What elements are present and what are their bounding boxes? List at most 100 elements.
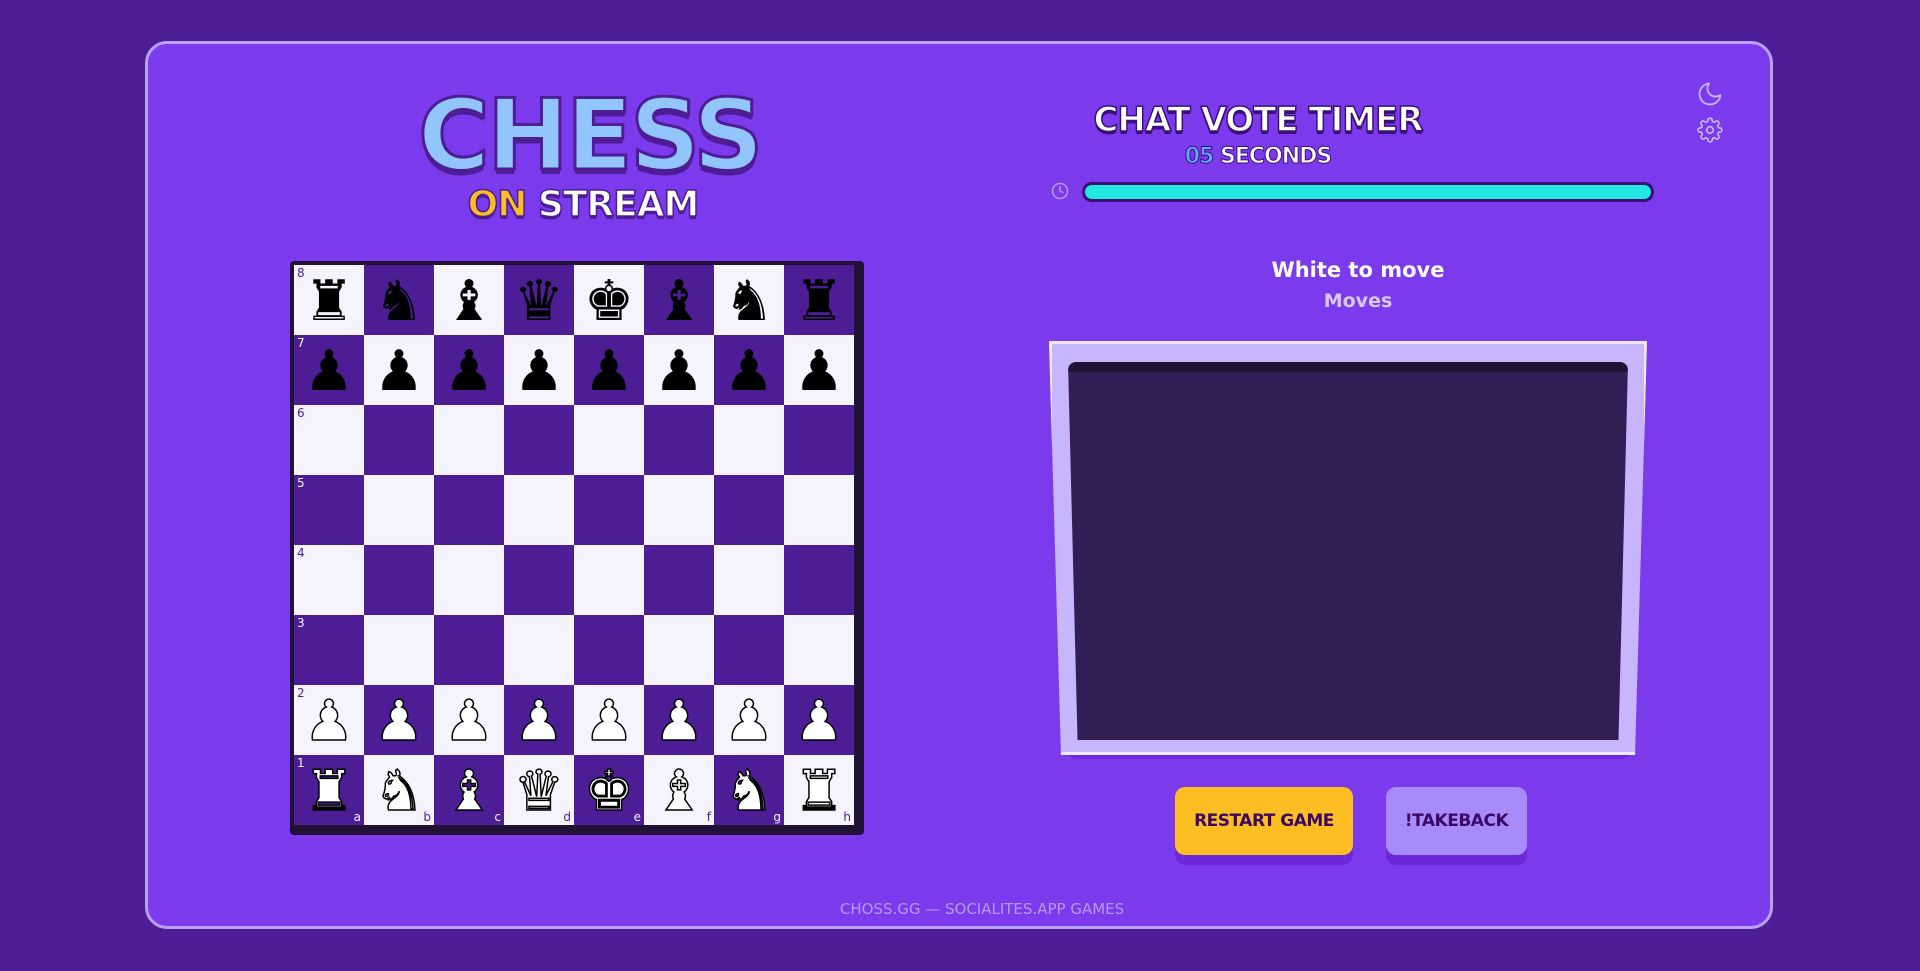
- square-f8[interactable]: ♝: [644, 265, 714, 335]
- white-knight[interactable]: ♞: [723, 761, 775, 823]
- square-c5[interactable]: [434, 475, 504, 545]
- square-g2[interactable]: ♟: [714, 685, 784, 755]
- square-h7[interactable]: ♟: [784, 335, 854, 405]
- square-g6[interactable]: [714, 405, 784, 475]
- white-king[interactable]: ♚: [583, 761, 635, 823]
- square-c3[interactable]: [434, 615, 504, 685]
- white-bishop[interactable]: ♝: [443, 761, 495, 823]
- square-d7[interactable]: ♟: [504, 335, 574, 405]
- black-king[interactable]: ♚: [584, 272, 634, 332]
- square-a2[interactable]: 2 ♟: [294, 685, 364, 755]
- square-h4[interactable]: [784, 545, 854, 615]
- square-b5[interactable]: [364, 475, 434, 545]
- square-h3[interactable]: [784, 615, 854, 685]
- white-pawn[interactable]: ♟: [723, 691, 775, 753]
- white-pawn[interactable]: ♟: [303, 691, 355, 753]
- white-queen[interactable]: ♛: [513, 761, 565, 823]
- square-d8[interactable]: ♛: [504, 265, 574, 335]
- square-h8[interactable]: ♜: [784, 265, 854, 335]
- square-e8[interactable]: ♚: [574, 265, 644, 335]
- square-c2[interactable]: ♟: [434, 685, 504, 755]
- square-d5[interactable]: [504, 475, 574, 545]
- square-h2[interactable]: ♟: [784, 685, 854, 755]
- black-rook[interactable]: ♜: [304, 272, 354, 332]
- black-pawn[interactable]: ♟: [654, 342, 704, 402]
- white-rook[interactable]: ♜: [793, 761, 845, 823]
- square-a6[interactable]: 6: [294, 405, 364, 475]
- square-e2[interactable]: ♟: [574, 685, 644, 755]
- square-a7[interactable]: 7 ♟: [294, 335, 364, 405]
- square-d6[interactable]: [504, 405, 574, 475]
- black-pawn[interactable]: ♟: [514, 342, 564, 402]
- white-rook[interactable]: ♜: [303, 761, 355, 823]
- square-c8[interactable]: ♝: [434, 265, 504, 335]
- square-a4[interactable]: 4: [294, 545, 364, 615]
- square-d1[interactable]: d ♛: [504, 755, 574, 825]
- black-knight[interactable]: ♞: [724, 272, 774, 332]
- square-g5[interactable]: [714, 475, 784, 545]
- square-g1[interactable]: g ♞: [714, 755, 784, 825]
- square-e4[interactable]: [574, 545, 644, 615]
- square-f6[interactable]: [644, 405, 714, 475]
- black-bishop[interactable]: ♝: [654, 272, 704, 332]
- square-f2[interactable]: ♟: [644, 685, 714, 755]
- black-knight[interactable]: ♞: [374, 272, 424, 332]
- white-pawn[interactable]: ♟: [583, 691, 635, 753]
- square-g3[interactable]: [714, 615, 784, 685]
- square-e5[interactable]: [574, 475, 644, 545]
- square-g4[interactable]: [714, 545, 784, 615]
- square-h1[interactable]: h ♜: [784, 755, 854, 825]
- white-pawn[interactable]: ♟: [443, 691, 495, 753]
- square-f7[interactable]: ♟: [644, 335, 714, 405]
- restart-game-button[interactable]: RESTART GAME: [1175, 787, 1353, 855]
- square-e7[interactable]: ♟: [574, 335, 644, 405]
- square-b4[interactable]: [364, 545, 434, 615]
- square-g8[interactable]: ♞: [714, 265, 784, 335]
- square-d2[interactable]: ♟: [504, 685, 574, 755]
- black-rook[interactable]: ♜: [794, 272, 844, 332]
- white-pawn[interactable]: ♟: [793, 691, 845, 753]
- square-c7[interactable]: ♟: [434, 335, 504, 405]
- moves-list[interactable]: [1068, 362, 1628, 740]
- square-b6[interactable]: [364, 405, 434, 475]
- square-f4[interactable]: [644, 545, 714, 615]
- square-c6[interactable]: [434, 405, 504, 475]
- square-a5[interactable]: 5: [294, 475, 364, 545]
- square-c1[interactable]: c ♝: [434, 755, 504, 825]
- black-pawn[interactable]: ♟: [794, 342, 844, 402]
- square-b8[interactable]: ♞: [364, 265, 434, 335]
- square-b3[interactable]: [364, 615, 434, 685]
- square-a1[interactable]: 1 a ♜: [294, 755, 364, 825]
- square-e3[interactable]: [574, 615, 644, 685]
- square-d4[interactable]: [504, 545, 574, 615]
- square-d3[interactable]: [504, 615, 574, 685]
- gear-icon[interactable]: [1697, 117, 1723, 143]
- square-a8[interactable]: 8 ♜: [294, 265, 364, 335]
- square-f3[interactable]: [644, 615, 714, 685]
- black-pawn[interactable]: ♟: [724, 342, 774, 402]
- square-b1[interactable]: b ♞: [364, 755, 434, 825]
- square-h6[interactable]: [784, 405, 854, 475]
- square-b7[interactable]: ♟: [364, 335, 434, 405]
- square-g7[interactable]: ♟: [714, 335, 784, 405]
- white-pawn[interactable]: ♟: [373, 691, 425, 753]
- white-pawn[interactable]: ♟: [513, 691, 565, 753]
- square-e1[interactable]: e ♚: [574, 755, 644, 825]
- black-bishop[interactable]: ♝: [444, 272, 494, 332]
- square-f1[interactable]: f ♝: [644, 755, 714, 825]
- white-pawn[interactable]: ♟: [653, 691, 705, 753]
- takeback-button[interactable]: !TAKEBACK: [1386, 787, 1527, 855]
- black-queen[interactable]: ♛: [514, 272, 564, 332]
- moon-icon[interactable]: [1696, 80, 1724, 108]
- square-f5[interactable]: [644, 475, 714, 545]
- square-h5[interactable]: [784, 475, 854, 545]
- square-c4[interactable]: [434, 545, 504, 615]
- white-bishop[interactable]: ♝: [653, 761, 705, 823]
- black-pawn[interactable]: ♟: [304, 342, 354, 402]
- black-pawn[interactable]: ♟: [444, 342, 494, 402]
- square-e6[interactable]: [574, 405, 644, 475]
- black-pawn[interactable]: ♟: [374, 342, 424, 402]
- square-b2[interactable]: ♟: [364, 685, 434, 755]
- square-a3[interactable]: 3: [294, 615, 364, 685]
- black-pawn[interactable]: ♟: [584, 342, 634, 402]
